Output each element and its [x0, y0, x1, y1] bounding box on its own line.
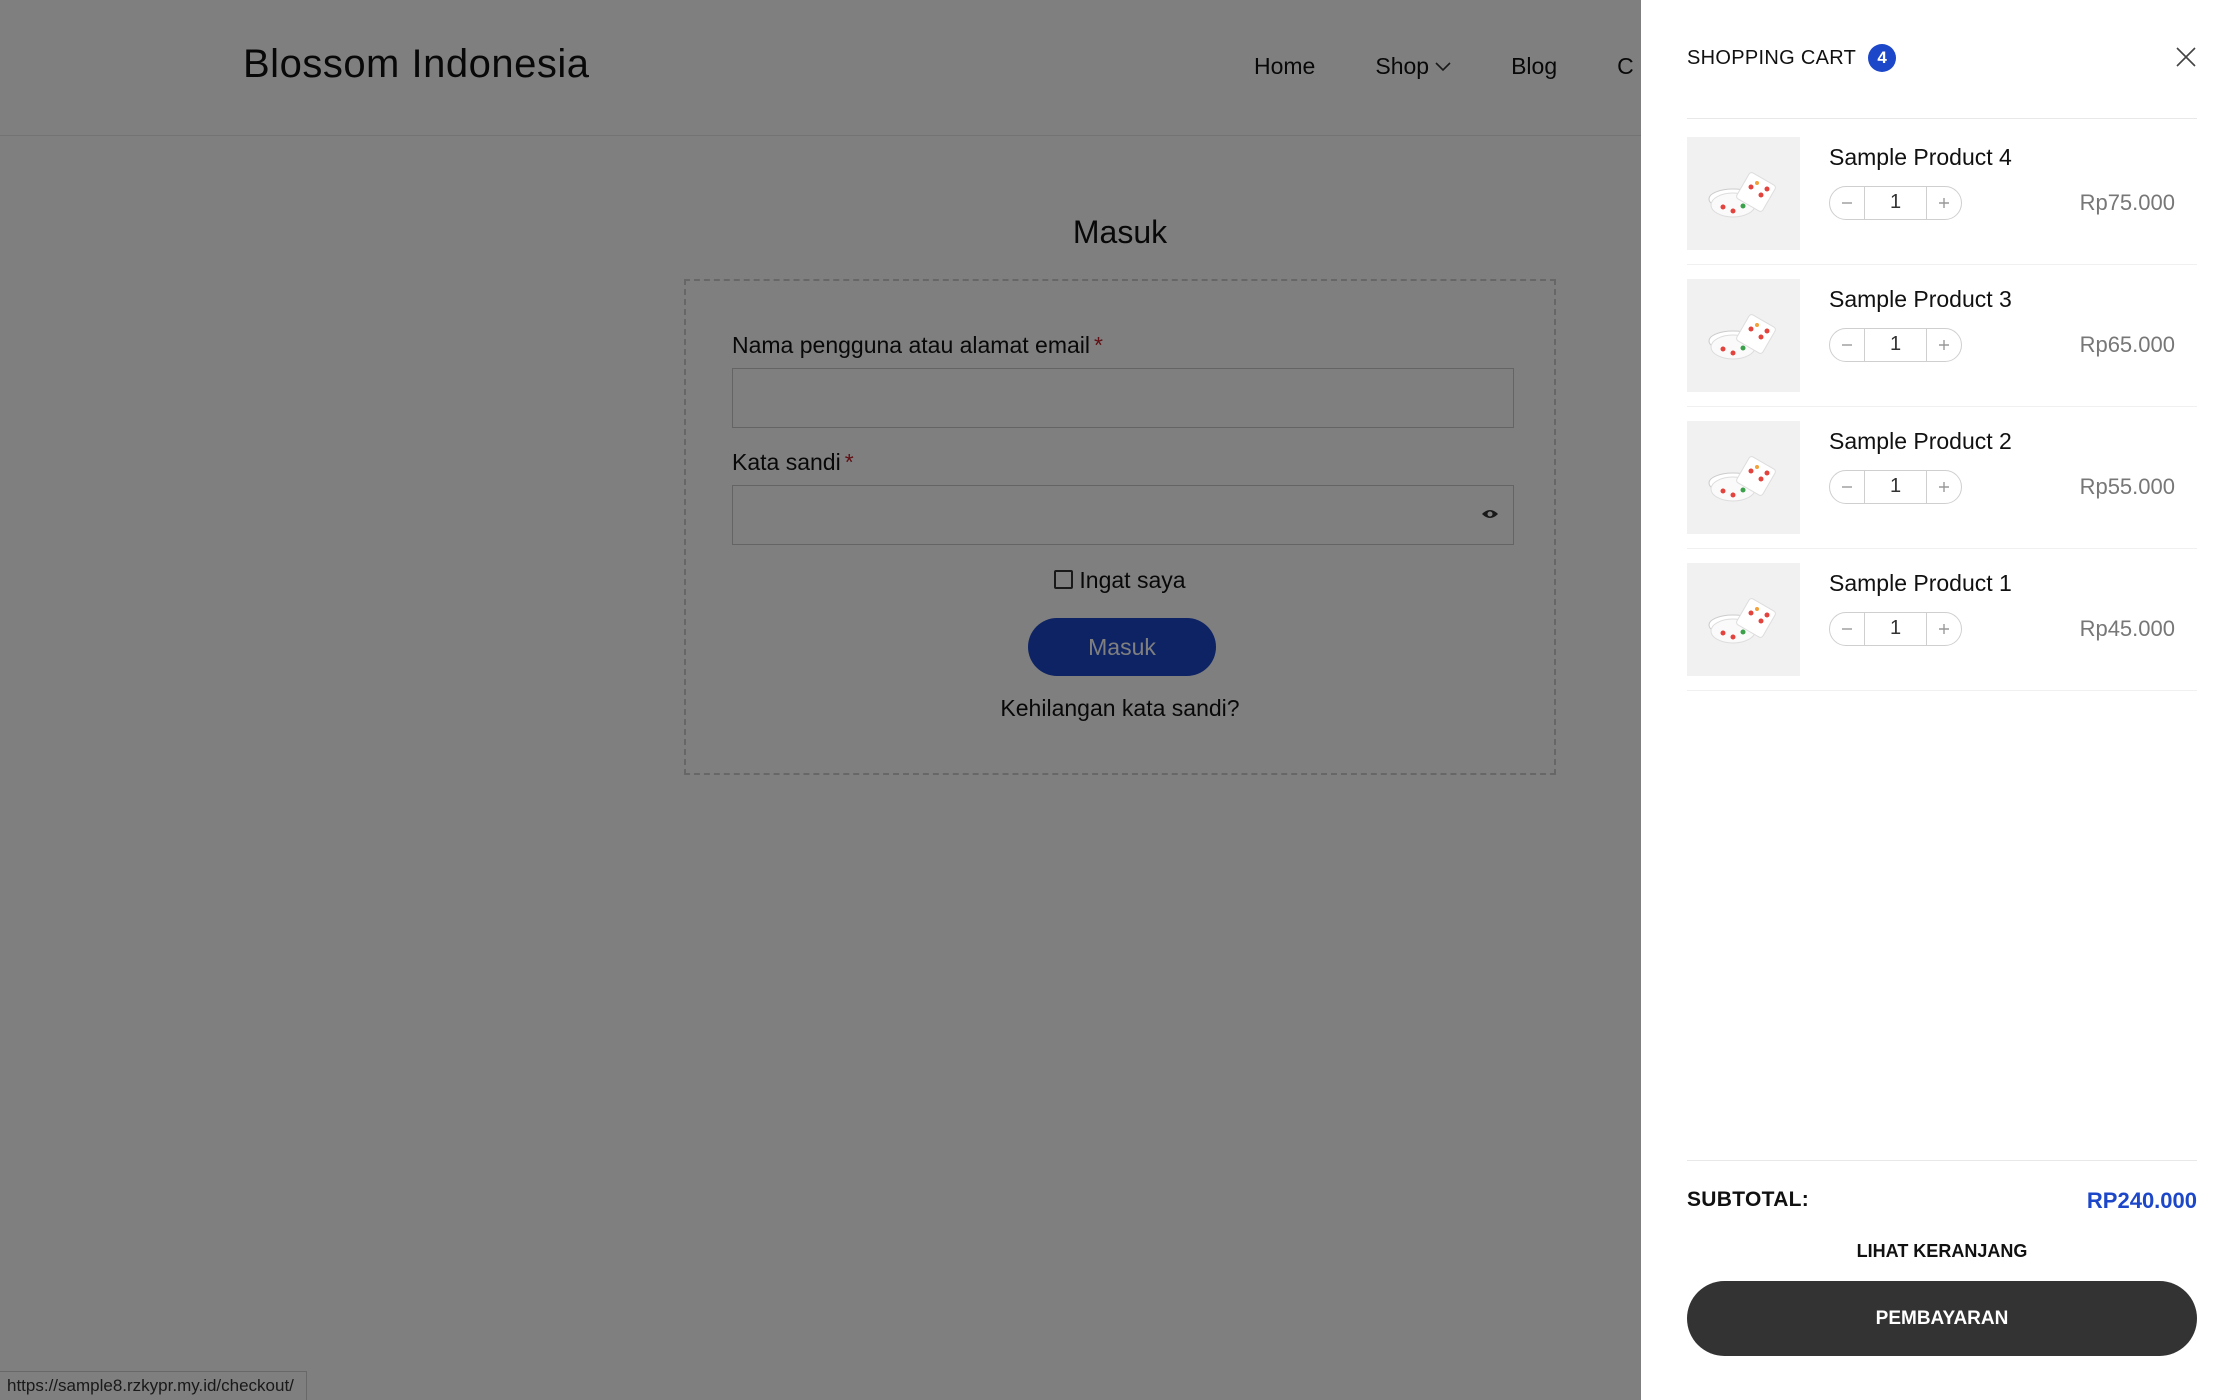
quantity-input[interactable]: 1 — [1864, 329, 1927, 361]
increase-quantity-button[interactable] — [1927, 187, 1961, 219]
product-image — [1708, 456, 1776, 502]
cart-item: Sample Product 2 1 Rp55.000 — [1687, 406, 2197, 549]
increase-quantity-button[interactable] — [1927, 471, 1961, 503]
product-thumbnail[interactable] — [1687, 279, 1800, 392]
product-thumbnail[interactable] — [1687, 563, 1800, 676]
view-cart-link[interactable]: LIHAT KERANJANG — [1687, 1241, 2197, 1262]
quantity-input[interactable]: 1 — [1864, 187, 1927, 219]
quantity-input[interactable]: 1 — [1864, 471, 1927, 503]
quantity-stepper: 1 — [1829, 612, 1962, 646]
decrease-quantity-button[interactable] — [1830, 471, 1864, 503]
plus-icon — [1939, 624, 1949, 634]
cart-item: Sample Product 4 1 Rp75.000 — [1687, 122, 2197, 265]
product-name[interactable]: Sample Product 1 — [1829, 570, 2012, 597]
product-thumbnail[interactable] — [1687, 421, 1800, 534]
plus-icon — [1939, 482, 1949, 492]
cart-header: SHOPPING CART 4 — [1687, 44, 2197, 74]
divider — [1687, 118, 2197, 119]
minus-icon — [1842, 628, 1852, 630]
divider — [1687, 1160, 2197, 1161]
minus-icon — [1842, 202, 1852, 204]
product-name[interactable]: Sample Product 3 — [1829, 286, 2012, 313]
close-icon[interactable] — [2175, 46, 2197, 68]
plus-icon — [1939, 340, 1949, 350]
quantity-stepper: 1 — [1829, 470, 1962, 504]
checkout-button[interactable]: PEMBAYARAN — [1687, 1281, 2197, 1356]
increase-quantity-button[interactable] — [1927, 613, 1961, 645]
cart-drawer: SHOPPING CART 4 Sample Product 4 1 Rp75.0… — [1641, 0, 2240, 1400]
product-name[interactable]: Sample Product 2 — [1829, 428, 2012, 455]
plus-icon — [1939, 198, 1949, 208]
product-price: Rp45.000 — [2079, 616, 2175, 641]
product-price: Rp55.000 — [2079, 474, 2175, 499]
decrease-quantity-button[interactable] — [1830, 613, 1864, 645]
cart-count-badge: 4 — [1868, 44, 1897, 72]
quantity-stepper: 1 — [1829, 186, 1962, 220]
subtotal-label: SUBTOTAL: — [1687, 1188, 1810, 1211]
quantity-stepper: 1 — [1829, 328, 1962, 362]
minus-icon — [1842, 486, 1852, 488]
product-price: Rp65.000 — [2079, 332, 2175, 357]
cart-title: SHOPPING CART — [1687, 46, 1857, 69]
decrease-quantity-button[interactable] — [1830, 187, 1864, 219]
decrease-quantity-button[interactable] — [1830, 329, 1864, 361]
product-image — [1708, 314, 1776, 360]
minus-icon — [1842, 344, 1852, 346]
quantity-input[interactable]: 1 — [1864, 613, 1927, 645]
subtotal-value: RP240.000 — [2086, 1188, 2197, 1213]
cart-item: Sample Product 1 1 Rp45.000 — [1687, 548, 2197, 691]
increase-quantity-button[interactable] — [1927, 329, 1961, 361]
product-image — [1708, 172, 1776, 218]
cart-item: Sample Product 3 1 Rp65.000 — [1687, 264, 2197, 407]
product-thumbnail[interactable] — [1687, 137, 1800, 250]
product-price: Rp75.000 — [2079, 190, 2175, 215]
product-image — [1708, 598, 1776, 644]
product-name[interactable]: Sample Product 4 — [1829, 144, 2012, 171]
